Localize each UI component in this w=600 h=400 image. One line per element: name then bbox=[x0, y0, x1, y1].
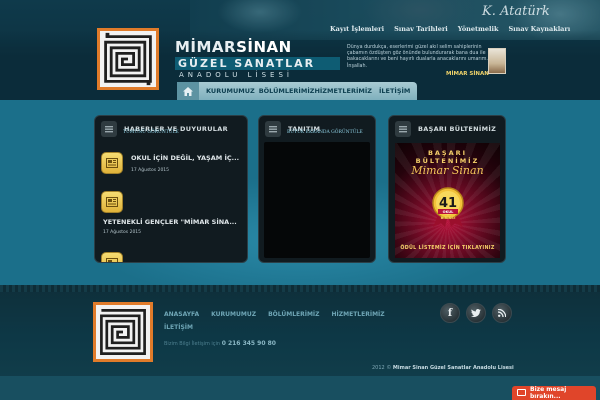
twitter-icon[interactable] bbox=[466, 303, 486, 323]
menu-icon bbox=[399, 126, 407, 133]
social-links: f bbox=[440, 303, 512, 323]
nav-item-services[interactable]: HİZMETLERİMİZ bbox=[314, 87, 372, 95]
footer-contact: Bizim Bilgi İletişim için 0 216 345 90 8… bbox=[164, 340, 276, 347]
footer-phone: 0 216 345 90 80 bbox=[221, 340, 276, 347]
home-icon bbox=[183, 86, 193, 96]
rss-icon[interactable] bbox=[492, 303, 512, 323]
bulletin-panel: BAŞARI BÜLTENİMİZ BAŞARI BÜLTENİMİZ Mima… bbox=[388, 115, 506, 263]
footer-links: ANASAYFA KURUMUMUZ BÖLÜMLERİMİZ HİZMETLE… bbox=[164, 311, 404, 331]
nav-item-departments[interactable]: BÖLÜMLERİMİZ bbox=[259, 87, 315, 95]
school-logo[interactable] bbox=[97, 28, 159, 90]
top-link-regulation[interactable]: Yönetmelik bbox=[458, 25, 499, 33]
news-item-title[interactable]: YETENEKLİ GENÇLER "MİMAR SİNA... bbox=[103, 218, 237, 226]
intro-panel: TANITIM BÜYÜK EKRANDA GÖRÜNTÜLE bbox=[258, 115, 376, 263]
footer-link-home[interactable]: ANASAYFA bbox=[164, 311, 199, 318]
kufic-logo-icon bbox=[104, 32, 152, 86]
news-item[interactable]: OKUL İÇİN DEĞİL, YAŞAM İÇ... 17 Ağustos … bbox=[101, 152, 239, 174]
quote-author: MİMAR SİNAN bbox=[446, 71, 489, 77]
menu-icon bbox=[105, 126, 113, 133]
top-links: Kayıt İşlemleri Sınav Tarihleri Yönetmel… bbox=[330, 25, 570, 33]
school-name: MİMARSİNAN GÜZEL SANATLAR ANADOLU LİSESİ bbox=[175, 38, 340, 79]
footer-link-institution[interactable]: KURUMUMUZ bbox=[211, 311, 256, 318]
leave-message-button[interactable]: Bize mesaj bırakın... bbox=[512, 386, 596, 400]
news-item-date: 17 Ağustos 2015 bbox=[131, 168, 170, 173]
news-item[interactable] bbox=[101, 191, 123, 213]
newspaper-icon bbox=[106, 197, 118, 207]
footer-logo[interactable] bbox=[93, 302, 153, 362]
menu-icon bbox=[269, 126, 277, 133]
video-player[interactable] bbox=[264, 142, 370, 258]
intro-panel-icon bbox=[265, 121, 281, 137]
footer-link-services[interactable]: HİZMETLERİMİZ bbox=[332, 311, 385, 318]
footer-link-departments[interactable]: BÖLÜMLERİMİZ bbox=[268, 311, 319, 318]
facebook-icon[interactable]: f bbox=[440, 303, 460, 323]
copyright: 2012 © Mimar Sinan Güzel Sanatlar Anadol… bbox=[372, 365, 514, 371]
kufic-logo-icon bbox=[100, 309, 146, 355]
newspaper-icon bbox=[106, 258, 118, 262]
news-item-icon bbox=[101, 152, 123, 174]
top-link-exam-dates[interactable]: Sınav Tarihleri bbox=[394, 25, 448, 33]
svg-text:41: 41 bbox=[439, 196, 457, 211]
news-panel-icon bbox=[101, 121, 117, 137]
achievement-banner[interactable]: BAŞARI BÜLTENİMİZ Mimar Sinan 41 OKUL Bİ… bbox=[395, 143, 500, 258]
message-icon bbox=[517, 389, 526, 396]
bulletin-panel-icon bbox=[395, 121, 411, 137]
newspaper-icon bbox=[106, 158, 118, 168]
svg-text:BİRİNCİ: BİRİNCİ bbox=[441, 215, 456, 220]
quote-text: Dünya durdukça, eserlerimi güzel akıl se… bbox=[347, 45, 488, 69]
portrait-image bbox=[488, 48, 506, 74]
news-item-title[interactable]: OKUL İÇİN DEĞİL, YAŞAM İÇ... bbox=[131, 154, 239, 162]
top-link-registration[interactable]: Kayıt İşlemleri bbox=[330, 25, 384, 33]
news-item-icon bbox=[101, 191, 123, 213]
news-panel: HABERLER VE DUYURULAR TÜMÜNÜ GÖRÜNTÜLE O… bbox=[94, 115, 248, 263]
top-link-exam-sources[interactable]: Sınav Kaynakları bbox=[508, 25, 570, 33]
news-item-icon[interactable] bbox=[101, 252, 123, 262]
nav-item-institution[interactable]: KURUMUMUZ bbox=[206, 87, 255, 95]
medal-icon: 41 OKUL BİRİNCİ bbox=[432, 187, 464, 227]
svg-text:OKUL: OKUL bbox=[443, 210, 454, 214]
news-item-date: 17 Ağustos 2015 bbox=[103, 230, 142, 235]
signature-image: K. Atatürk bbox=[482, 4, 550, 19]
home-button[interactable] bbox=[177, 82, 199, 100]
nav-item-contact[interactable]: İLETİŞİM bbox=[379, 87, 410, 95]
footer-link-contact[interactable]: İLETİŞİM bbox=[164, 324, 193, 331]
bulletin-panel-title: BAŞARI BÜLTENİMİZ bbox=[418, 125, 497, 133]
main-nav: KURUMUMUZ BÖLÜMLERİMİZ HİZMETLERİMİZ İLE… bbox=[177, 82, 417, 100]
